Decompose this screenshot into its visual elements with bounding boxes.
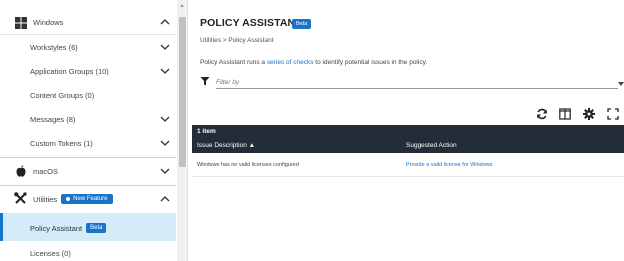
filter-icon[interactable] (200, 76, 210, 86)
sidebar-section-utilities-label-wrap: Utilities New Feature (33, 194, 113, 204)
sidebar-scrollbar[interactable] (177, 0, 187, 261)
windows-logo-icon (15, 17, 27, 29)
sidebar-item-policy-assistant-wrap: Policy Assistant Beta (30, 223, 107, 233)
sidebar-item-label: Application Groups (10) (30, 66, 109, 76)
chevron-down-icon[interactable] (160, 42, 170, 52)
sidebar-section-utilities[interactable]: Utilities New Feature (0, 186, 176, 212)
main-content: POLICY ASSISTANT Beta Utilities > Policy… (192, 0, 624, 261)
scroll-up-arrow-icon[interactable] (180, 4, 184, 7)
sidebar: Windows Workstyles (6) Application Group… (0, 0, 188, 261)
series-of-checks-link[interactable]: series of checks (267, 59, 314, 66)
chevron-up-icon[interactable] (160, 194, 170, 204)
chevron-down-icon[interactable] (160, 66, 170, 76)
sidebar-item-application-groups[interactable]: Application Groups (10) (0, 59, 176, 83)
description-text: to identify potential issues in the poli… (313, 59, 428, 66)
description: Policy Assistant runs a series of checks… (200, 59, 427, 66)
sidebar-item-content-groups[interactable]: Content Groups (0) (0, 83, 176, 107)
scrollbar-thumb[interactable] (179, 17, 186, 167)
fullscreen-icon[interactable] (607, 108, 619, 120)
chevron-down-icon[interactable] (160, 114, 170, 124)
tools-icon (14, 192, 27, 204)
sidebar-item-label: Workstyles (6) (30, 42, 78, 52)
suggested-action-link[interactable]: Provide a valid license for Windows (406, 162, 493, 168)
page-title: POLICY ASSISTANT (200, 17, 302, 29)
sidebar-item-messages[interactable]: Messages (8) (0, 107, 176, 131)
filter-input[interactable] (216, 77, 618, 89)
chevron-down-icon[interactable] (160, 166, 170, 176)
chevron-up-icon[interactable] (160, 17, 170, 27)
grid-header: 1 item Issue Description ▲ Suggested Act… (192, 125, 624, 153)
table-row[interactable]: Windows has no valid licenses configured… (192, 153, 624, 177)
sidebar-item-custom-tokens[interactable]: Custom Tokens (1) (0, 131, 176, 155)
sidebar-item-label: Messages (8) (30, 114, 76, 124)
apple-logo-icon (16, 165, 26, 177)
settings-icon[interactable] (583, 108, 595, 120)
description-text: Policy Assistant runs a (200, 59, 267, 66)
new-feature-badge: New Feature (61, 194, 113, 204)
beta-badge: Beta (292, 19, 312, 29)
item-count: 1 item (197, 128, 216, 135)
refresh-icon[interactable] (536, 108, 548, 120)
dot-icon (66, 197, 71, 201)
sidebar-item-label: Custom Tokens (1) (30, 138, 93, 148)
chevron-down-icon[interactable] (160, 138, 170, 148)
column-header-suggested-action[interactable]: Suggested Action (406, 142, 457, 149)
sidebar-item-licenses[interactable]: Licenses (0) (0, 243, 176, 261)
sidebar-section-macos[interactable]: macOS (0, 158, 176, 184)
sidebar-item-label: Policy Assistant (30, 223, 83, 233)
new-feature-badge-label: New Feature (73, 196, 108, 202)
issue-description-cell: Windows has no valid licenses configured (197, 162, 299, 168)
sidebar-section-label: macOS (33, 166, 59, 176)
sidebar-item-label: Content Groups (0) (30, 90, 95, 100)
sidebar-item-label: Licenses (0) (30, 249, 71, 258)
sidebar-section-windows[interactable]: Windows (0, 12, 176, 32)
sidebar-item-workstyles[interactable]: Workstyles (6) (0, 35, 176, 59)
sidebar-section-label: Utilities (33, 194, 58, 204)
column-header-issue-description[interactable]: Issue Description ▲ (197, 142, 255, 149)
breadcrumb: Utilities > Policy Assistant (200, 37, 274, 44)
columns-icon[interactable] (559, 108, 571, 120)
beta-badge: Beta (86, 223, 107, 233)
sidebar-item-policy-assistant[interactable]: Policy Assistant Beta (0, 213, 176, 241)
filter-dropdown-caret-icon[interactable] (618, 82, 624, 86)
sidebar-section-label: Windows (33, 17, 64, 27)
